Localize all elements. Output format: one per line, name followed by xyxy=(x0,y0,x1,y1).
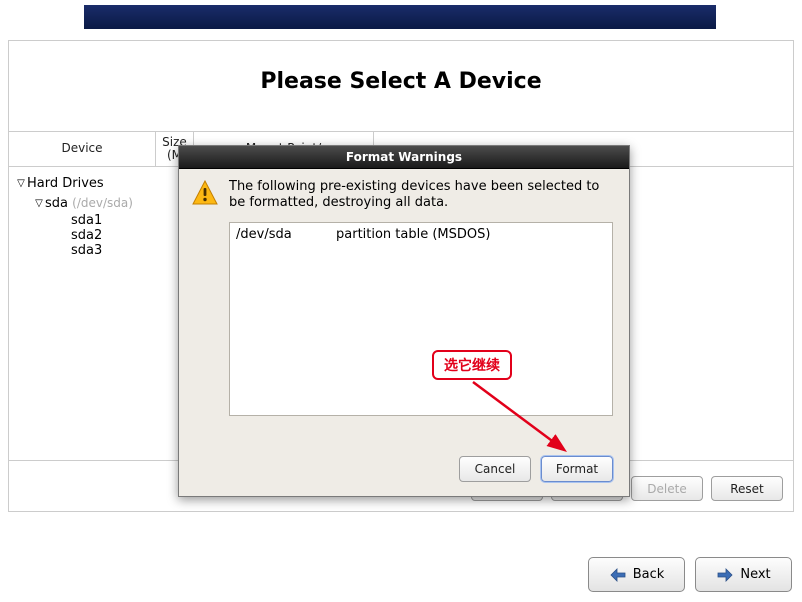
warning-icon xyxy=(191,179,219,207)
caret-down-icon[interactable]: ▽ xyxy=(15,178,27,189)
page-title: Please Select A Device xyxy=(9,69,793,94)
arrow-left-icon xyxy=(609,567,627,583)
tree-disk-label: sda xyxy=(45,196,68,211)
dialog-message: The following pre-existing devices have … xyxy=(229,179,613,212)
item-path: /dev/sda xyxy=(236,227,336,242)
format-button[interactable]: Format xyxy=(541,456,613,482)
caret-down-icon[interactable]: ▽ xyxy=(33,198,45,209)
back-label: Back xyxy=(633,567,665,582)
part-name: sda2 xyxy=(15,228,162,243)
dialog-actions: Cancel Format xyxy=(191,456,613,482)
cancel-button[interactable]: Cancel xyxy=(459,456,531,482)
top-gradient-bar xyxy=(84,5,716,29)
part-name: sda3 xyxy=(15,243,162,258)
annotation-callout: 选它继续 xyxy=(432,350,512,380)
col-device[interactable]: Device xyxy=(9,132,156,166)
tree-disk-path: (/dev/sda) xyxy=(72,196,133,210)
delete-button: Delete xyxy=(631,476,703,501)
part-name: sda1 xyxy=(15,213,162,228)
tree-root-label: Hard Drives xyxy=(27,176,104,191)
item-desc: partition table (MSDOS) xyxy=(336,227,490,242)
dialog-device-list[interactable]: /dev/sda partition table (MSDOS) xyxy=(229,222,613,416)
next-label: Next xyxy=(740,567,770,582)
next-button[interactable]: Next xyxy=(695,557,792,592)
format-warnings-dialog: Format Warnings The following pre-existi… xyxy=(178,145,630,497)
arrow-right-icon xyxy=(716,567,734,583)
reset-button[interactable]: Reset xyxy=(711,476,783,501)
back-button[interactable]: Back xyxy=(588,557,685,592)
list-item[interactable]: /dev/sda partition table (MSDOS) xyxy=(236,227,606,242)
wizard-navbar: Back Next xyxy=(588,557,792,592)
dialog-title: Format Warnings xyxy=(179,146,629,169)
